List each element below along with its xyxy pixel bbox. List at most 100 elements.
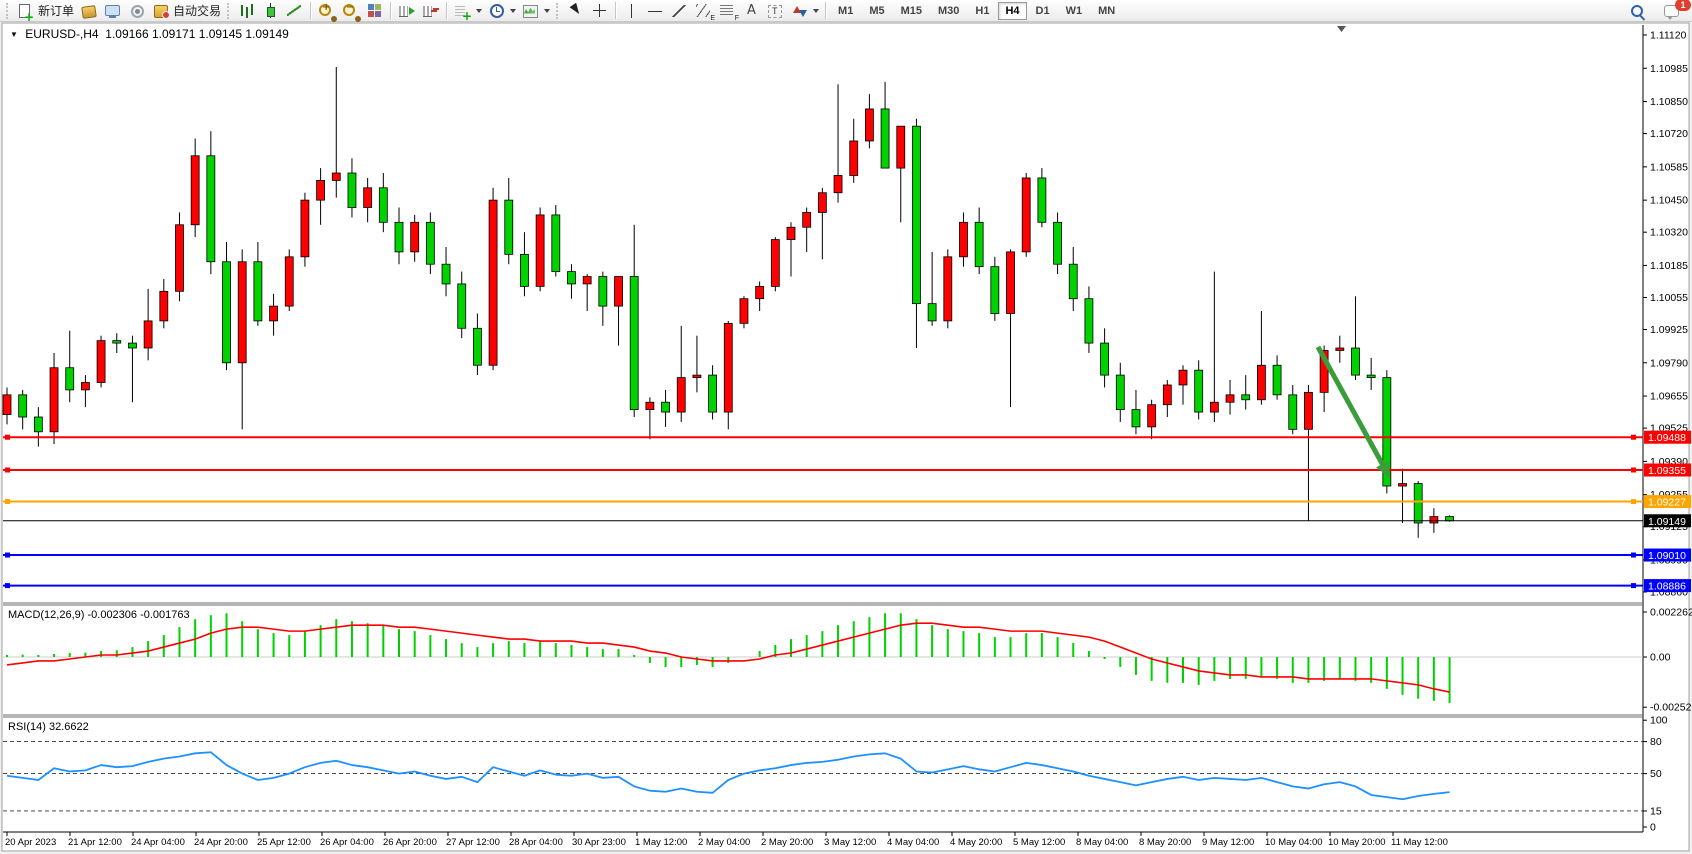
candle-down (1195, 370, 1203, 412)
candle-up (1430, 517, 1438, 523)
candle-up (81, 383, 89, 390)
candle-down (1116, 375, 1124, 410)
candle-up (1304, 392, 1312, 429)
candle-up (50, 368, 58, 432)
search-button[interactable] (1626, 1, 1650, 21)
fibonacci-icon (719, 3, 737, 19)
fibonacci-button[interactable] (716, 1, 740, 21)
chart-canvas[interactable]: 1.111201.109851.108501.107201.105851.104… (0, 0, 1692, 854)
price-tick-label: 1.10185 (1650, 260, 1688, 272)
candle-down (1242, 395, 1250, 400)
candle-up (646, 402, 654, 409)
toolbar-grip (227, 3, 232, 19)
cursor-button[interactable] (564, 1, 588, 21)
price-tick-label: 1.10720 (1650, 128, 1688, 140)
line-right-handle[interactable] (1631, 499, 1636, 504)
time-tick-label: 10 May 04:00 (1265, 837, 1323, 848)
trendline-icon (671, 3, 689, 19)
line-left-handle[interactable] (5, 499, 10, 504)
bar-chart-button[interactable] (235, 1, 259, 21)
candle-down (881, 109, 889, 168)
trendline-button[interactable] (668, 1, 692, 21)
candle-up (834, 175, 842, 192)
arrows-button[interactable] (788, 1, 822, 21)
candle-up (1226, 395, 1234, 402)
market-watch-icon (80, 3, 98, 19)
line-right-handle[interactable] (1631, 435, 1636, 440)
candle-down (34, 417, 42, 432)
time-tick-label: 27 Apr 12:00 (446, 837, 500, 848)
timeframe-m5[interactable]: M5 (862, 2, 891, 20)
time-tick-label: 26 Apr 04:00 (320, 837, 374, 848)
chart-shift-button[interactable] (419, 1, 443, 21)
timeframe-h4[interactable]: H4 (998, 2, 1026, 20)
timeframe-m15[interactable]: M15 (894, 2, 929, 20)
zoom-in-icon (318, 3, 336, 19)
line-left-handle[interactable] (5, 583, 10, 588)
rsi-indicator-label: RSI(14) 32.6622 (8, 721, 89, 733)
channel-button[interactable] (692, 1, 716, 21)
candle-down (395, 222, 403, 252)
candle-up (1257, 365, 1265, 400)
vertical-line-button[interactable] (620, 1, 644, 21)
candle-down (348, 173, 356, 208)
line-right-handle[interactable] (1631, 468, 1636, 473)
horizontal-line-button[interactable] (644, 1, 668, 21)
timeframe-m30[interactable]: M30 (931, 2, 966, 20)
line-left-handle[interactable] (5, 553, 10, 558)
bar-chart-icon (238, 3, 256, 19)
line-left-handle[interactable] (5, 468, 10, 473)
arrows-icon (791, 3, 809, 19)
templates-button[interactable] (519, 1, 553, 21)
tile-windows-button[interactable] (363, 1, 387, 21)
candle-up (803, 212, 811, 227)
text-label-button[interactable] (764, 1, 788, 21)
candle-down (505, 200, 513, 254)
candle-up (489, 200, 497, 365)
auto-trading-button[interactable]: 自动交易 (149, 1, 224, 21)
timeframe-w1[interactable]: W1 (1059, 2, 1090, 20)
notifications-button[interactable]: 1 (1660, 1, 1684, 21)
candle-down (19, 395, 27, 417)
chart-title: ▼ EURUSD-,H4 1.09166 1.09171 1.09145 1.0… (10, 27, 289, 41)
candle-up (771, 240, 779, 287)
chart-shift-icon (422, 3, 440, 19)
rsi-tick-label: 80 (1650, 736, 1662, 748)
terminal-button[interactable] (101, 1, 125, 21)
line-left-handle[interactable] (5, 435, 10, 440)
indicators-icon (454, 3, 472, 19)
zoom-out-button[interactable] (339, 1, 363, 21)
timeframe-mn[interactable]: MN (1091, 2, 1122, 20)
candle-up (191, 156, 199, 225)
signals-button[interactable] (125, 1, 149, 21)
time-tick-label: 21 Apr 12:00 (68, 837, 122, 848)
candle-up (301, 200, 309, 257)
timeframe-m1[interactable]: M1 (831, 2, 860, 20)
chevron-down-icon (476, 9, 482, 13)
expand-panel-icon[interactable]: ▼ (10, 30, 18, 39)
periods-button[interactable] (485, 1, 519, 21)
candle-up (818, 193, 826, 213)
candle-down (207, 156, 215, 262)
candle-up (740, 299, 748, 324)
timeframe-h1[interactable]: H1 (968, 2, 996, 20)
candle-up (144, 321, 152, 348)
line-right-handle[interactable] (1631, 553, 1636, 558)
candle-down (1351, 348, 1359, 375)
crosshair-button[interactable] (588, 1, 612, 21)
mt4-window: { "toolbar": { "new_order_label": "新订单",… (0, 0, 1692, 854)
zoom-in-button[interactable] (315, 1, 339, 21)
price-tick-label: 1.09925 (1650, 324, 1688, 336)
new-order-button[interactable]: 新订单 (14, 1, 77, 21)
auto-scroll-button[interactable] (395, 1, 419, 21)
time-tick-label: 4 May 04:00 (887, 837, 939, 848)
line-chart-button[interactable] (283, 1, 307, 21)
indicators-button[interactable] (451, 1, 485, 21)
market-watch-button[interactable] (77, 1, 101, 21)
line-right-handle[interactable] (1631, 583, 1636, 588)
candlestick-chart-button[interactable] (259, 1, 283, 21)
text-button[interactable] (740, 1, 764, 21)
price-tick-label: 1.09655 (1650, 391, 1688, 403)
timeframe-d1[interactable]: D1 (1029, 2, 1057, 20)
price-tick-label: 1.10850 (1650, 96, 1688, 108)
